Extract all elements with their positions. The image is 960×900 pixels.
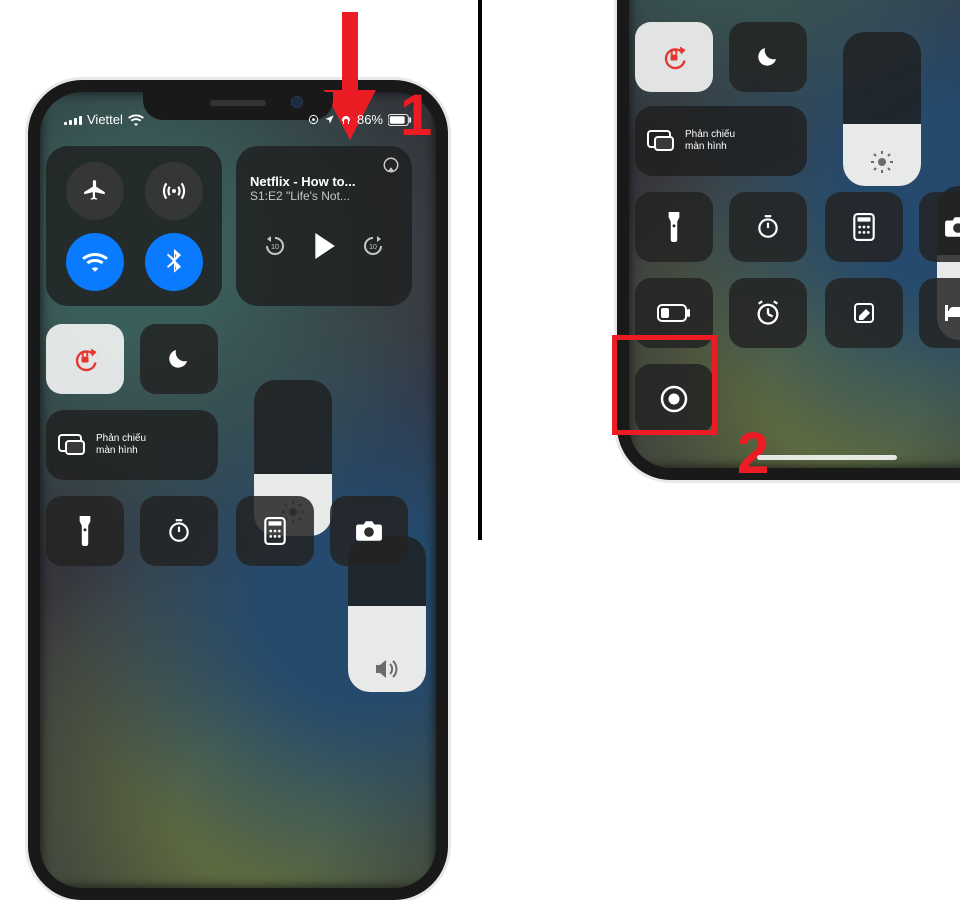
mirror-title: Phản chiếu xyxy=(96,433,146,445)
calculator-button[interactable] xyxy=(236,496,314,566)
skip-forward-button[interactable]: 10 xyxy=(361,234,385,258)
cellular-icon xyxy=(161,178,187,204)
timer-button[interactable] xyxy=(729,192,807,262)
brightness-icon xyxy=(870,150,894,174)
rotation-lock-toggle[interactable] xyxy=(46,324,124,394)
bluetooth-toggle[interactable] xyxy=(145,233,203,291)
wifi-toggle[interactable] xyxy=(66,233,124,291)
headphones-icon xyxy=(340,114,352,126)
calculator-button[interactable] xyxy=(825,192,903,262)
skip-forward-icon: 10 xyxy=(361,234,385,258)
cellular-data-toggle[interactable] xyxy=(145,162,203,220)
bed-icon xyxy=(943,303,960,323)
camera-icon xyxy=(355,520,383,542)
svg-text:10: 10 xyxy=(271,244,279,251)
carrier-label: Viettel xyxy=(87,112,123,127)
media-title: Netflix - How to... xyxy=(250,174,398,189)
do-not-disturb-toggle[interactable] xyxy=(140,324,218,394)
skip-back-button[interactable]: 10 xyxy=(263,234,287,258)
mirror-subtitle: màn hình xyxy=(96,445,146,457)
location-status-icon xyxy=(308,114,319,125)
rotation-lock-toggle[interactable] xyxy=(635,22,713,92)
flashlight-icon xyxy=(77,516,93,546)
play-icon xyxy=(312,233,336,259)
do-not-disturb-toggle[interactable] xyxy=(729,22,807,92)
timer-button[interactable] xyxy=(140,496,218,566)
sleep-button[interactable] xyxy=(919,278,960,348)
notes-icon xyxy=(852,301,876,325)
calculator-icon xyxy=(264,517,286,545)
camera-icon xyxy=(944,216,960,238)
skip-back-icon: 10 xyxy=(263,234,287,258)
bluetooth-icon xyxy=(164,249,184,275)
calculator-icon xyxy=(853,213,875,241)
battery-low-power-icon xyxy=(657,304,691,322)
annotation-highlight-box xyxy=(612,335,717,435)
svg-text:10: 10 xyxy=(369,244,377,251)
phone-frame-step1: Viettel 86% xyxy=(28,80,448,900)
rotation-lock-icon xyxy=(71,345,99,373)
flashlight-button[interactable] xyxy=(46,496,124,566)
volume-icon xyxy=(374,658,400,680)
nav-arrow-icon xyxy=(324,114,335,125)
wifi-status-icon xyxy=(128,114,144,126)
camera-button[interactable] xyxy=(330,496,408,566)
moon-icon xyxy=(756,45,780,69)
screen-mirroring-icon xyxy=(58,434,86,456)
flashlight-icon xyxy=(666,212,682,242)
screen-mirroring-button[interactable]: Phản chiếu màn hình xyxy=(635,106,807,176)
mirror-subtitle: màn hình xyxy=(685,141,735,153)
alarm-icon xyxy=(754,299,782,327)
home-indicator xyxy=(757,455,897,460)
screen-mirroring-button[interactable]: Phản chiếu màn hình xyxy=(46,410,218,480)
timer-icon xyxy=(166,518,192,544)
media-tile[interactable]: Netflix - How to... S1:E2 "Life's Not...… xyxy=(236,146,412,306)
cellular-signal-icon xyxy=(64,114,82,125)
airplane-mode-toggle[interactable] xyxy=(66,162,124,220)
alarm-button[interactable] xyxy=(729,278,807,348)
media-subtitle: S1:E2 "Life's Not... xyxy=(250,189,398,203)
brightness-slider[interactable] xyxy=(843,32,921,186)
wifi-icon xyxy=(82,252,108,272)
battery-icon xyxy=(388,114,412,126)
flashlight-button[interactable] xyxy=(635,192,713,262)
rotation-lock-icon xyxy=(660,43,688,71)
camera-button[interactable] xyxy=(919,192,960,262)
notes-button[interactable] xyxy=(825,278,903,348)
mirror-title: Phản chiếu xyxy=(685,129,735,141)
step-number-2: 2 xyxy=(737,420,769,487)
timer-icon xyxy=(755,214,781,240)
moon-icon xyxy=(167,347,191,371)
battery-percent: 86% xyxy=(357,112,383,127)
status-bar: Viettel 86% xyxy=(64,112,412,127)
airplane-icon xyxy=(82,178,108,204)
connectivity-tile[interactable] xyxy=(46,146,222,306)
play-button[interactable] xyxy=(312,233,336,259)
airplay-icon[interactable] xyxy=(382,156,400,174)
screen-mirroring-icon xyxy=(647,130,675,152)
